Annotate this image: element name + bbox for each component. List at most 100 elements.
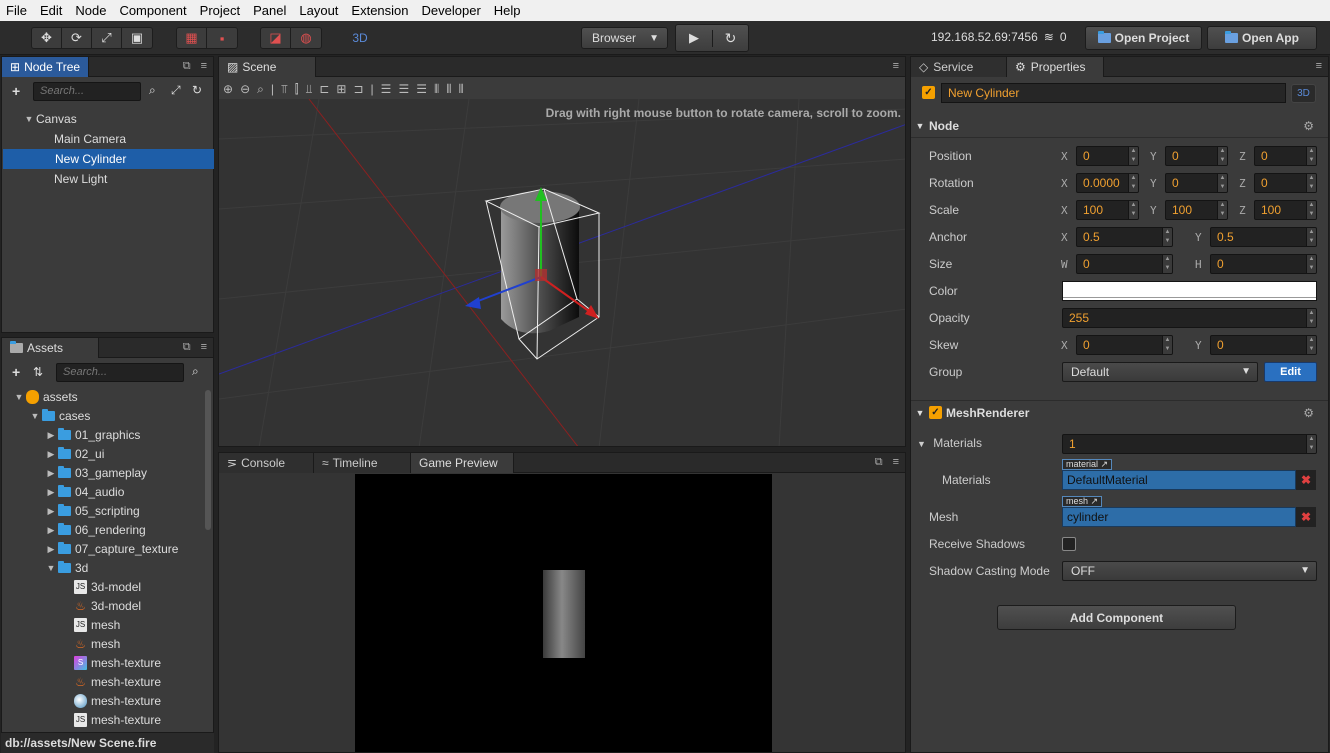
tab-scene[interactable]: ▨ Scene: [219, 57, 316, 77]
align-hcenter-icon[interactable]: ⊞: [336, 82, 346, 96]
popout-icon[interactable]: ⧉: [183, 341, 191, 354]
link-icon[interactable]: ↗: [1101, 459, 1109, 469]
meshrenderer-section-header[interactable]: ▼ ✓ MeshRenderer ⚙: [911, 400, 1328, 424]
stepper-icon[interactable]: ▲ ▼: [1162, 336, 1172, 354]
chevron-down-icon[interactable]: ▼: [917, 439, 926, 449]
scene-viewport[interactable]: Drag with right mouse button to rotate c…: [219, 99, 905, 446]
node-active-checkbox[interactable]: ✓: [922, 86, 935, 99]
distribute-left-icon[interactable]: ⦀: [434, 82, 439, 97]
add-component-button[interactable]: Add Component: [997, 605, 1236, 630]
stepper-icon[interactable]: ▲ ▼: [1128, 174, 1138, 192]
tree-item-folder[interactable]: ▶ 05_scripting: [44, 501, 140, 521]
tree-item-file[interactable]: ♨ 3d-model: [74, 596, 141, 616]
distribute-vcenter-icon[interactable]: ☰: [398, 82, 409, 96]
local-icon[interactable]: ▪: [207, 28, 237, 48]
align-top-icon[interactable]: ⫪: [281, 82, 288, 97]
tree-item-folder[interactable]: ▶ 02_ui: [44, 444, 104, 464]
chevron-right-icon[interactable]: ▶: [44, 544, 58, 555]
refresh-icon[interactable]: ↻: [192, 83, 202, 97]
material-asset-field[interactable]: DefaultMaterial: [1062, 470, 1296, 490]
chevron-right-icon[interactable]: ▶: [44, 506, 58, 517]
expand-icon[interactable]: ⤢: [171, 83, 181, 98]
pivot-icon[interactable]: ▦: [177, 28, 207, 48]
skew-y-input[interactable]: 0 ▲ ▼: [1210, 335, 1317, 355]
chevron-right-icon[interactable]: ▶: [44, 449, 58, 460]
refresh-icon[interactable]: ↻: [711, 29, 748, 47]
menu-developer[interactable]: Developer: [416, 3, 488, 18]
menu-help[interactable]: Help: [488, 3, 528, 18]
chevron-down-icon[interactable]: ▼: [12, 392, 26, 402]
stepper-icon[interactable]: ▲ ▼: [1306, 201, 1316, 219]
distribute-right-icon[interactable]: ⦀: [459, 82, 464, 97]
chevron-down-icon[interactable]: ▼: [28, 411, 42, 421]
menu-component[interactable]: Component: [113, 3, 193, 18]
snap-icon[interactable]: ◪: [261, 28, 291, 48]
chevron-right-icon[interactable]: ▶: [44, 430, 58, 441]
menu-layout[interactable]: Layout: [293, 3, 345, 18]
platform-select[interactable]: Browser ▼: [581, 27, 668, 49]
position-y-input[interactable]: 0 ▲ ▼: [1165, 146, 1228, 166]
tree-item-file[interactable]: ♨ mesh: [74, 634, 120, 654]
tree-item-folder[interactable]: ▼ 3d: [44, 558, 88, 578]
menu-icon[interactable]: ≡: [201, 60, 207, 73]
tree-item-canvas[interactable]: ▼ Canvas: [22, 109, 212, 129]
shadow-mode-select[interactable]: OFF ▼: [1062, 561, 1317, 581]
scale-x-input[interactable]: 100 ▲ ▼: [1076, 200, 1139, 220]
node-search-input[interactable]: Search...: [33, 82, 141, 101]
move-tool-icon[interactable]: ✥: [32, 28, 62, 48]
stepper-icon[interactable]: ▲ ▼: [1306, 255, 1316, 273]
chevron-right-icon[interactable]: ▶: [44, 487, 58, 498]
stepper-icon[interactable]: ▲ ▼: [1162, 228, 1172, 246]
open-project-button[interactable]: Open Project: [1085, 26, 1202, 50]
node-section-header[interactable]: ▼ Node ⚙: [911, 114, 1328, 138]
stepper-icon[interactable]: ▲ ▼: [1128, 147, 1138, 165]
tab-console[interactable]: ⋝ Console: [219, 453, 314, 473]
skew-x-input[interactable]: 0 ▲ ▼: [1076, 335, 1173, 355]
menu-file[interactable]: File: [0, 3, 34, 18]
tab-timeline[interactable]: ≈ Timeline: [314, 453, 411, 473]
menu-icon[interactable]: ≡: [893, 456, 899, 469]
group-edit-button[interactable]: Edit: [1264, 362, 1317, 382]
chevron-down-icon[interactable]: ▼: [911, 121, 929, 131]
align-left-icon[interactable]: ⊏: [319, 82, 329, 96]
stepper-icon[interactable]: ▲ ▼: [1217, 147, 1227, 165]
assets-scrollbar[interactable]: [205, 390, 211, 530]
menu-project[interactable]: Project: [194, 3, 247, 18]
asset-search-input[interactable]: Search...: [56, 363, 184, 382]
popout-icon[interactable]: ⧉: [183, 60, 191, 73]
distribute-bottom-icon[interactable]: ☰: [416, 82, 427, 96]
tree-item-folder[interactable]: ▶ 01_graphics: [44, 425, 140, 445]
materials-array-header[interactable]: ▼ Materials: [917, 436, 982, 450]
sort-icon[interactable]: ⇅: [33, 365, 43, 379]
chevron-down-icon[interactable]: ▼: [22, 114, 36, 124]
mode-3d-badge[interactable]: 3D: [1291, 84, 1316, 103]
tab-node-tree[interactable]: ⊞ Node Tree: [2, 57, 90, 77]
position-z-input[interactable]: 0 ▲ ▼: [1254, 146, 1317, 166]
tree-item-folder[interactable]: ▶ 06_rendering: [44, 520, 146, 540]
menu-icon[interactable]: ≡: [893, 60, 899, 72]
clear-mesh-icon[interactable]: ✖: [1296, 507, 1316, 527]
scale-tool-icon[interactable]: ⤢: [92, 28, 122, 48]
chevron-down-icon[interactable]: ▼: [911, 408, 929, 418]
zoom-reset-icon[interactable]: ⌕: [257, 82, 264, 97]
rotation-y-input[interactable]: 0 ▲ ▼: [1165, 173, 1228, 193]
color-swatch[interactable]: [1062, 281, 1317, 301]
mesh-asset-field[interactable]: cylinder: [1062, 507, 1296, 527]
receive-shadows-checkbox[interactable]: [1062, 537, 1076, 551]
chevron-right-icon[interactable]: ▶: [44, 525, 58, 536]
distribute-top-icon[interactable]: ☰: [381, 82, 392, 96]
tree-item-file[interactable]: ♨ mesh-texture: [74, 672, 161, 692]
rotation-x-input[interactable]: 0.0000 ▲ ▼: [1076, 173, 1139, 193]
stepper-icon[interactable]: ▲ ▼: [1162, 255, 1172, 273]
scale-y-input[interactable]: 100 ▲ ▼: [1165, 200, 1228, 220]
stepper-icon[interactable]: ▲ ▼: [1128, 201, 1138, 219]
stepper-icon[interactable]: ▲ ▼: [1306, 147, 1316, 165]
rotate-tool-icon[interactable]: ⟳: [62, 28, 92, 48]
anchor-x-input[interactable]: 0.5 ▲ ▼: [1076, 227, 1173, 247]
stepper-icon[interactable]: ▲ ▼: [1306, 336, 1316, 354]
menu-edit[interactable]: Edit: [34, 3, 69, 18]
group-select[interactable]: Default ▼: [1062, 362, 1258, 382]
play-icon[interactable]: ▶: [676, 30, 712, 46]
meshrenderer-enabled-checkbox[interactable]: ✓: [929, 406, 942, 419]
opacity-input[interactable]: 255 ▲ ▼: [1062, 308, 1317, 328]
